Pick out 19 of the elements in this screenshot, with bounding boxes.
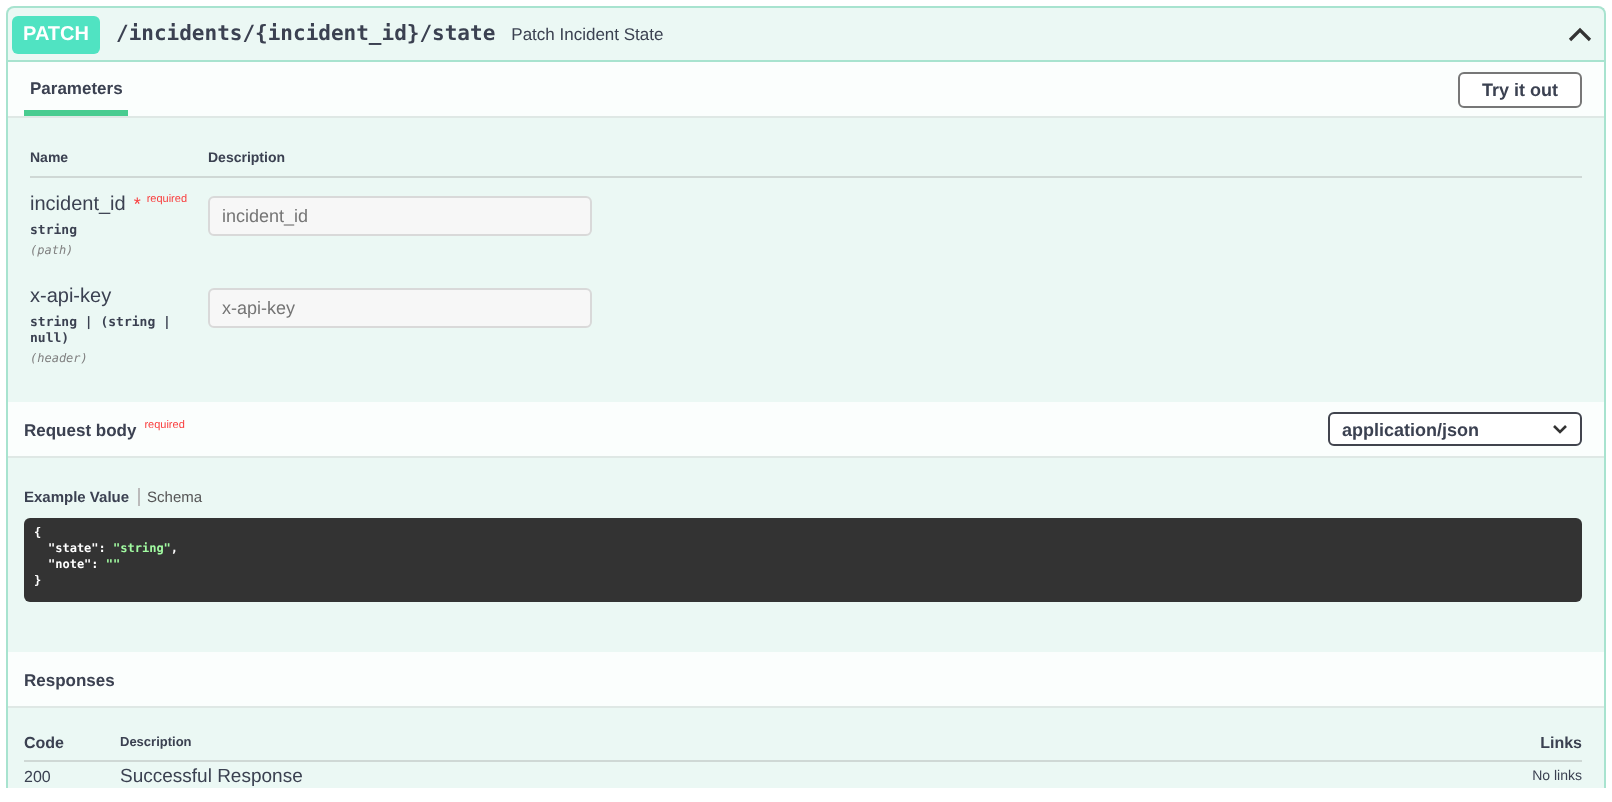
- response-code: 200: [24, 768, 53, 786]
- required-asterisk: *: [131, 194, 141, 214]
- collapse-icon[interactable]: [1568, 26, 1592, 42]
- parameter-input[interactable]: x-api-key: [208, 288, 592, 328]
- section-title: Responses: [24, 669, 115, 689]
- parameters-tab[interactable]: Parameters: [24, 63, 129, 115]
- endpoint-summary: Patch Incident State: [511, 24, 664, 44]
- response-description: Successful Response: [120, 766, 305, 788]
- parameter-input[interactable]: incident_id: [208, 196, 592, 236]
- section-title: Request body: [24, 419, 137, 439]
- content-type-select[interactable]: application/json: [1328, 412, 1582, 446]
- endpoint-path: /incidents/{incident_id}/state: [116, 22, 496, 46]
- caret-icon: [1552, 424, 1568, 434]
- method-badge: PATCH: [12, 15, 100, 53]
- parameter-name: incident_id: [30, 194, 126, 216]
- column-header: Links: [1540, 734, 1582, 752]
- column-header: Code: [24, 734, 66, 752]
- parameter-name: x-api-key: [30, 286, 112, 308]
- try-it-out-button[interactable]: Try it out: [1458, 71, 1582, 107]
